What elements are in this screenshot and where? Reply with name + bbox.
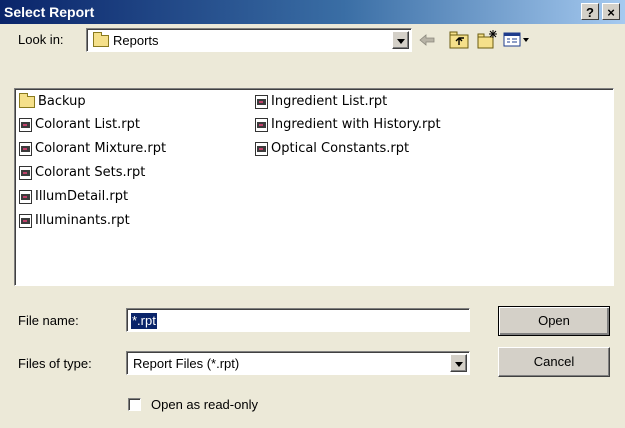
lookin-dropdown-button[interactable] bbox=[392, 31, 409, 49]
lookin-label: Look in: bbox=[18, 32, 64, 47]
filetype-dropdown-button[interactable] bbox=[450, 354, 467, 372]
list-item[interactable]: Ingredient with History.rpt bbox=[255, 115, 441, 135]
filetype-value: Report Files (*.rpt) bbox=[133, 356, 240, 371]
window-title: Select Report bbox=[4, 4, 95, 20]
title-bar: Select Report ? × bbox=[0, 0, 625, 24]
list-item[interactable]: Colorant List.rpt bbox=[19, 115, 140, 135]
folder-icon bbox=[19, 92, 35, 108]
help-button[interactable]: ? bbox=[581, 3, 599, 20]
new-folder-icon[interactable] bbox=[476, 29, 498, 51]
folder-icon bbox=[93, 32, 109, 47]
filename-label: File name: bbox=[18, 313, 79, 328]
lookin-combo[interactable]: Reports bbox=[86, 28, 412, 52]
report-file-icon bbox=[19, 189, 32, 204]
list-item[interactable]: Optical Constants.rpt bbox=[255, 139, 409, 159]
view-menu-icon[interactable] bbox=[502, 29, 532, 51]
report-file-icon bbox=[19, 165, 32, 180]
filename-value: *.rpt bbox=[131, 313, 157, 329]
open-button[interactable]: Open bbox=[498, 306, 610, 336]
report-file-icon bbox=[255, 117, 268, 132]
filename-input[interactable]: *.rpt bbox=[126, 308, 470, 332]
up-folder-icon[interactable] bbox=[448, 29, 470, 51]
cancel-button[interactable]: Cancel bbox=[498, 347, 610, 377]
list-item[interactable]: Illuminants.rpt bbox=[19, 211, 130, 231]
readonly-label[interactable]: Open as read-only bbox=[151, 397, 258, 412]
readonly-checkbox[interactable] bbox=[128, 398, 141, 411]
list-item[interactable]: Ingredient List.rpt bbox=[255, 92, 387, 112]
back-arrow-icon[interactable] bbox=[416, 29, 438, 51]
report-file-icon bbox=[255, 141, 268, 156]
close-button[interactable]: × bbox=[602, 3, 620, 20]
list-item[interactable]: Colorant Mixture.rpt bbox=[19, 139, 166, 159]
filetype-label: Files of type: bbox=[18, 356, 92, 371]
file-list[interactable]: Backup Colorant List.rpt Colorant Mixtur… bbox=[14, 88, 614, 286]
report-file-icon bbox=[255, 94, 268, 109]
list-item[interactable]: Colorant Sets.rpt bbox=[19, 163, 145, 183]
report-file-icon bbox=[19, 141, 32, 156]
report-file-icon bbox=[19, 117, 32, 132]
filetype-select[interactable]: Report Files (*.rpt) bbox=[126, 351, 470, 375]
list-item[interactable]: Backup bbox=[19, 92, 86, 112]
list-item[interactable]: IllumDetail.rpt bbox=[19, 187, 128, 207]
report-file-icon bbox=[19, 213, 32, 228]
lookin-value: Reports bbox=[113, 33, 159, 48]
